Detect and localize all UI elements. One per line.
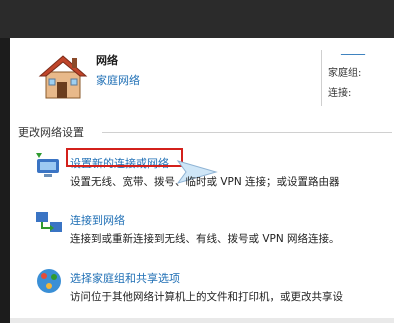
connect-network-icon <box>36 212 62 232</box>
connect-to-network-desc: 连接到或重新连接到无线、有线、拨号或 VPN 网络连接。 <box>70 233 340 245</box>
bottom-edge <box>10 318 394 323</box>
partial-link[interactable]: ──── <box>341 50 365 61</box>
network-summary: 网络 家庭网络 ──── 家庭组: 连接: <box>36 50 394 120</box>
setup-new-connection-desc: 设置无线、宽带、拨号、临时或 VPN 连接；或设置路由器 <box>70 176 340 188</box>
section-divider <box>102 132 392 133</box>
connection-label: 连接: <box>328 88 352 99</box>
new-connection-icon <box>36 153 59 177</box>
network-sharing-center-panel: 网络 家庭网络 ──── 家庭组: 连接: 更改网络设置 设置新的连接或网络 设… <box>10 38 394 323</box>
section-title: 更改网络设置 <box>18 126 84 139</box>
setup-new-connection-item[interactable]: 设置新的连接或网络 设置无线、宽带、拨号、临时或 VPN 连接；或设置路由器 <box>34 148 394 201</box>
homegroup-label: 家庭组: <box>328 68 362 79</box>
homegroup-sharing-desc: 访问位于其他网络计算机上的文件和打印机，或更改共享设 <box>70 291 343 303</box>
house-icon <box>38 55 88 99</box>
network-type-link[interactable]: 家庭网络 <box>96 72 140 88</box>
connect-to-network-link[interactable]: 连接到网络 <box>70 212 125 228</box>
homegroup-icon <box>37 269 61 293</box>
highlight-box <box>66 148 183 167</box>
homegroup-sharing-link[interactable]: 选择家庭组和共享选项 <box>70 270 180 286</box>
homegroup-sharing-item[interactable]: 选择家庭组和共享选项 访问位于其他网络计算机上的文件和打印机，或更改共享设 <box>34 266 394 316</box>
network-name: 网络 <box>96 54 118 67</box>
background-window-edge <box>0 38 10 323</box>
divider <box>321 50 322 106</box>
connect-to-network-item[interactable]: 连接到网络 连接到或重新连接到无线、有线、拨号或 VPN 网络连接。 <box>34 208 394 258</box>
